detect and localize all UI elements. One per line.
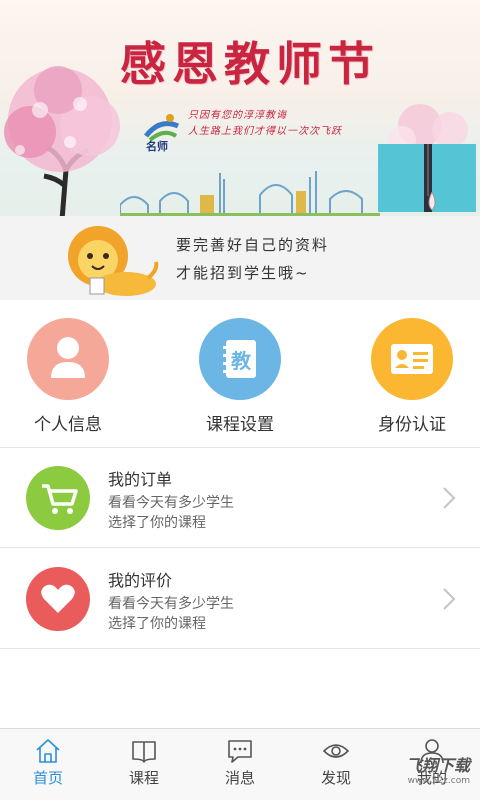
tab-messages[interactable]: 消息	[192, 729, 288, 800]
personal-info-circle	[27, 318, 109, 400]
eye-icon	[322, 744, 350, 758]
skyline-illustration	[120, 171, 380, 216]
personal-info-button[interactable]: 个人信息	[8, 318, 128, 438]
course-settings-circle: 教	[199, 318, 281, 400]
person-icon	[51, 337, 85, 378]
tab-discover-label: 发现	[320, 769, 351, 787]
chevron-right-icon	[443, 487, 456, 509]
slogan-line-2: 人生路上我们才得以一次次飞跃	[188, 126, 342, 137]
my-orders-subtitle-2: 选择了你的课程	[108, 515, 206, 531]
my-reviews-subtitle-1: 看看今天有多少学生	[108, 596, 234, 612]
my-reviews-subtitle-2: 选择了你的课程	[108, 616, 206, 632]
lion-mascot-icon	[68, 226, 159, 296]
banner[interactable]: 感恩教师节 名师 只因有您的淳淳教诲 人生路上我们才得以一次次飞跃	[0, 0, 480, 216]
course-settings-label: 课程设置	[206, 415, 274, 435]
cart-icon	[42, 484, 78, 514]
tab-courses-label: 课程	[128, 769, 159, 787]
watermark: 飞翔下载 www.52z.com	[406, 752, 470, 786]
my-reviews-title: 我的评价	[108, 571, 173, 590]
identity-verification-button[interactable]: 身份认证	[352, 318, 472, 438]
banner-title: 感恩教师节	[120, 37, 380, 91]
identity-verification-circle	[371, 318, 453, 400]
my-orders-title: 我的订单	[108, 470, 173, 489]
tab-messages-label: 消息	[224, 769, 255, 787]
tab-home-label: 首页	[32, 769, 63, 787]
prompt-line-1: 要完善好自己的资料	[176, 236, 330, 254]
identity-verification-label: 身份认证	[378, 415, 446, 435]
message-icon	[228, 740, 252, 763]
banner-slogan: 只因有您的淳淳教诲 人生路上我们才得以一次次飞跃	[188, 108, 342, 140]
reviews-icon-circle	[26, 567, 90, 631]
watermark-sub: www.52z.com	[407, 776, 470, 786]
logo-text: 名师	[146, 140, 168, 153]
teach-icon: 教	[223, 340, 256, 378]
gift-box-illustration	[378, 104, 476, 212]
bottom-tab-bar: 首页 课程 消息 发现 我的 飞翔下载 www.52z.com	[0, 728, 480, 800]
personal-info-label: 个人信息	[34, 415, 102, 435]
course-settings-button[interactable]: 教 课程设置	[180, 318, 300, 438]
heart-icon	[41, 584, 75, 613]
quick-actions: 个人信息 教 课程设置 身份认证	[0, 300, 480, 448]
prompt-line-2: 才能招到学生哦~	[176, 264, 310, 282]
my-orders-row[interactable]: 我的订单 看看今天有多少学生 选择了你的课程	[0, 448, 480, 548]
chevron-right-icon	[443, 588, 456, 610]
tab-discover[interactable]: 发现	[288, 729, 384, 800]
id-card-icon	[391, 344, 433, 374]
home-icon	[36, 739, 60, 763]
my-orders-subtitle-1: 看看今天有多少学生	[108, 495, 234, 511]
teach-glyph: 教	[231, 349, 252, 373]
book-icon	[132, 741, 156, 763]
watermark-main: 飞翔下载	[405, 756, 470, 775]
profile-prompt[interactable]: 要完善好自己的资料 才能招到学生哦~	[0, 216, 480, 300]
tab-courses[interactable]: 课程	[96, 729, 192, 800]
tab-home[interactable]: 首页	[0, 729, 96, 800]
slogan-line-1: 只因有您的淳淳教诲	[188, 110, 287, 121]
orders-icon-circle	[26, 466, 90, 530]
my-reviews-row[interactable]: 我的评价 看看今天有多少学生 选择了你的课程	[0, 549, 480, 649]
